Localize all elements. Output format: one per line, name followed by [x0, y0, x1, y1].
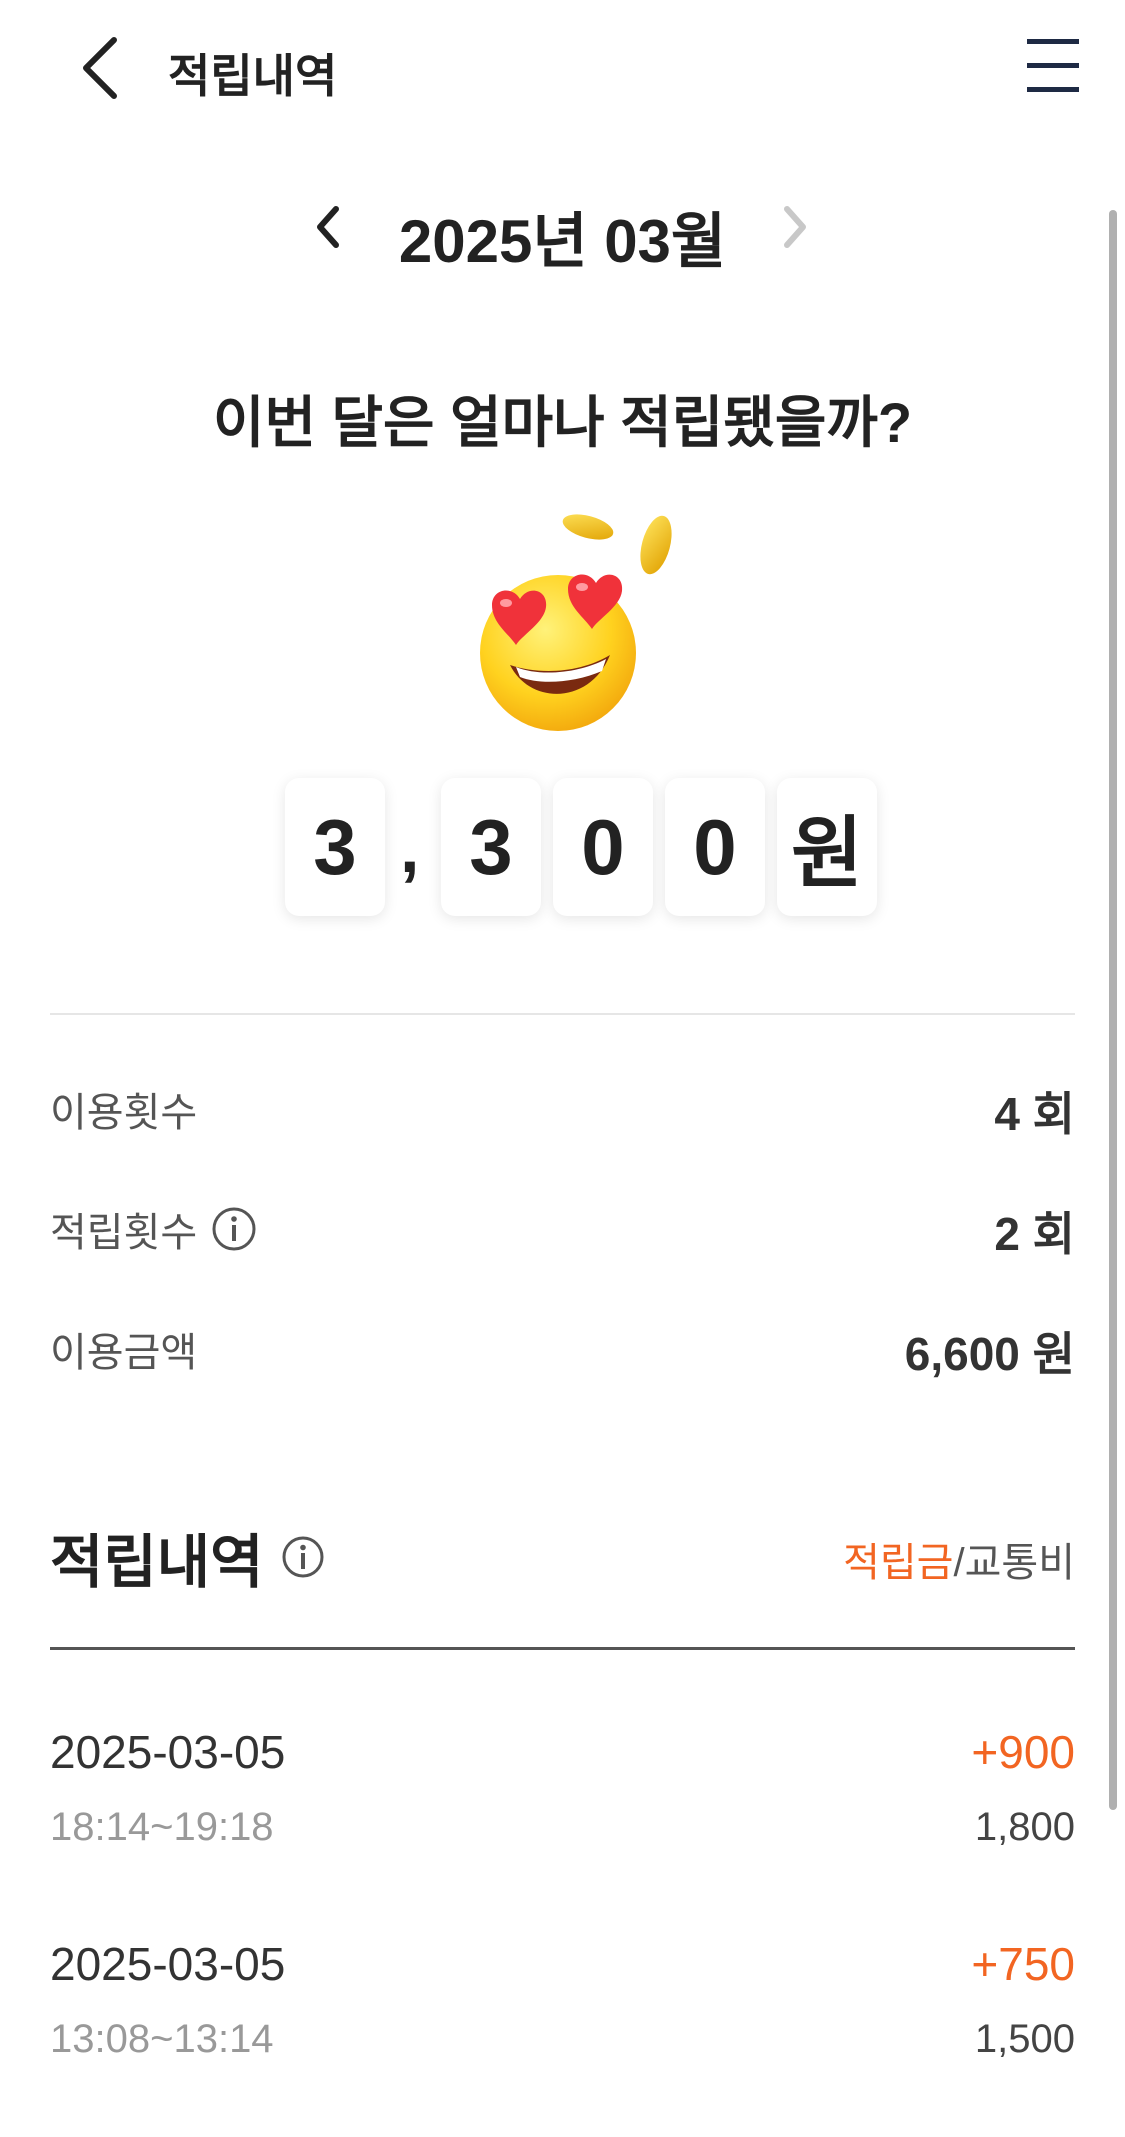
stat-usage-count: 이용횟수 4 회: [50, 1070, 1075, 1140]
stat-value: 4 회: [994, 1088, 1075, 1140]
entry-points: +750: [971, 1938, 1075, 1990]
history-title: 적립내역: [50, 1515, 325, 1599]
history-entry[interactable]: 2025-03-05 18:14~19:18 +900 1,800: [50, 1725, 1075, 1875]
chevron-left-icon: [83, 36, 117, 99]
history-entry[interactable]: 2025-03-05 13:08~13:14 +750 1,500: [50, 1937, 1075, 2087]
page-title: 적립내역: [168, 50, 338, 102]
hamburger-menu-icon: [1027, 39, 1079, 92]
back-button[interactable]: [70, 35, 130, 100]
amount-digit: 3: [441, 778, 541, 916]
summary-question: 이번 달은 얼마나 적립됐을까?: [212, 391, 913, 454]
app-header: 적립내역: [0, 0, 1125, 130]
chevron-left-icon: [317, 206, 339, 248]
amount-digit: 3: [285, 778, 385, 916]
stat-earn-count: 적립횟수 2 회: [50, 1190, 1075, 1260]
entry-time: 18:14~19:18: [50, 1805, 274, 1849]
menu-button[interactable]: [1025, 35, 1081, 97]
heart-eyes-emoji: [480, 514, 672, 731]
stat-label: 이용횟수: [50, 1080, 197, 1138]
info-icon[interactable]: [211, 1206, 257, 1252]
points-fare-toggle: 적립금/교통비: [843, 1530, 1075, 1588]
toggle-separator: /: [953, 1541, 965, 1585]
stat-label: 적립횟수: [50, 1200, 257, 1258]
stat-label-text: 이용횟수: [50, 1091, 198, 1135]
history-title-text: 적립내역: [50, 1530, 264, 1595]
amount-digit: 0: [553, 778, 653, 916]
month-label: 2025년 03월: [398, 208, 727, 275]
stat-usage-amount: 이용금액 6,600 원: [50, 1310, 1075, 1380]
stat-label: 이용금액: [50, 1320, 197, 1378]
month-navigator: 2025년 03월: [0, 185, 1125, 275]
history-divider: [50, 1647, 1075, 1650]
entry-date: 2025-03-05: [50, 1938, 286, 1990]
stat-value: 6,600 원: [904, 1328, 1075, 1380]
next-month-button[interactable]: [767, 199, 823, 255]
entry-points: +900: [971, 1726, 1075, 1778]
info-icon[interactable]: [281, 1535, 325, 1579]
amount-unit: 원: [777, 778, 877, 916]
toggle-fare[interactable]: 교통비: [965, 1541, 1075, 1585]
entry-fare: 1,800: [974, 1805, 1075, 1849]
saved-amount: 3 , 3 0 0 원: [0, 778, 1125, 918]
entry-time: 13:08~13:14: [50, 2017, 274, 2061]
amount-comma: ,: [400, 809, 420, 887]
chevron-right-icon: [784, 206, 806, 248]
stat-value: 2 회: [994, 1208, 1075, 1260]
divider: [50, 1013, 1075, 1015]
scrollbar[interactable]: [1109, 210, 1117, 1810]
entry-date: 2025-03-05: [50, 1726, 286, 1778]
prev-month-button[interactable]: [302, 199, 358, 255]
stat-label-text: 적립횟수: [50, 1211, 198, 1255]
amount-digit: 0: [665, 778, 765, 916]
entry-fare: 1,500: [974, 2017, 1075, 2061]
toggle-points[interactable]: 적립금: [843, 1541, 953, 1585]
stat-label-text: 이용금액: [50, 1331, 198, 1375]
